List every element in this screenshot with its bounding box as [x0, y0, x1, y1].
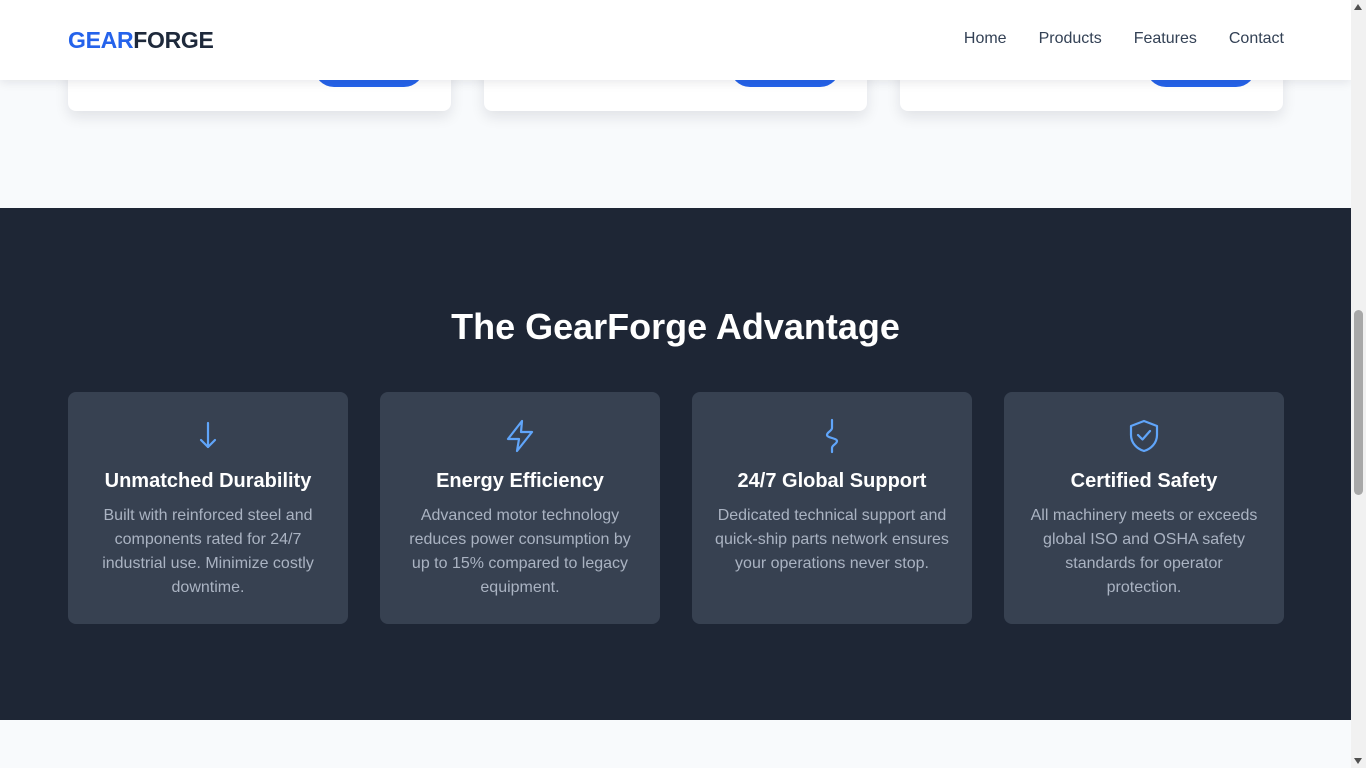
feature-title: Energy Efficiency	[436, 470, 604, 492]
feature-title: 24/7 Global Support	[737, 470, 927, 492]
feature-card-safety: Certified Safety All machinery meets or …	[1004, 392, 1284, 624]
features-section: The GearForge Advantage Unmatched Durabi…	[0, 208, 1351, 720]
site-header: GEARFORGE Home Products Features Contact	[0, 0, 1351, 80]
feature-title: Unmatched Durability	[104, 470, 312, 492]
feature-description: Advanced motor technology reduces power …	[409, 507, 631, 596]
feature-description: Built with reinforced steel and componen…	[102, 507, 314, 596]
features-title: The GearForge Advantage	[451, 306, 900, 347]
scroll-up-icon[interactable]	[1354, 4, 1362, 10]
logo-part-gear: GEAR	[68, 27, 134, 53]
nav-contact[interactable]: Contact	[1229, 29, 1284, 49]
scrollbar-thumb[interactable]	[1354, 310, 1363, 495]
nav-home[interactable]: Home	[964, 29, 1007, 49]
nav-products[interactable]: Products	[1039, 29, 1102, 49]
support-icon	[692, 416, 972, 456]
next-section	[0, 720, 1351, 768]
logo-part-forge: FORGE	[133, 27, 214, 53]
page-scrollbar[interactable]	[1351, 0, 1366, 768]
logo[interactable]: GEARFORGE	[68, 26, 214, 54]
feature-card-efficiency: Energy Efficiency Advanced motor technol…	[380, 392, 660, 624]
feature-card-support: 24/7 Global Support Dedicated technical …	[692, 392, 972, 624]
nav-features[interactable]: Features	[1134, 29, 1197, 49]
page: GEARFORGE Home Products Features Contact…	[0, 0, 1351, 768]
shield-check-icon	[1004, 416, 1284, 456]
main-nav: Home Products Features Contact	[964, 29, 1284, 49]
feature-description: All machinery meets or exceeds global IS…	[1030, 507, 1258, 596]
feature-description: Dedicated technical support and quick-sh…	[715, 507, 949, 572]
scroll-down-icon[interactable]	[1354, 758, 1362, 764]
lightning-icon	[380, 416, 660, 456]
feature-card-durability: Unmatched Durability Built with reinforc…	[68, 392, 348, 624]
arrow-down-icon	[68, 416, 348, 456]
feature-title: Certified Safety	[1070, 470, 1218, 492]
